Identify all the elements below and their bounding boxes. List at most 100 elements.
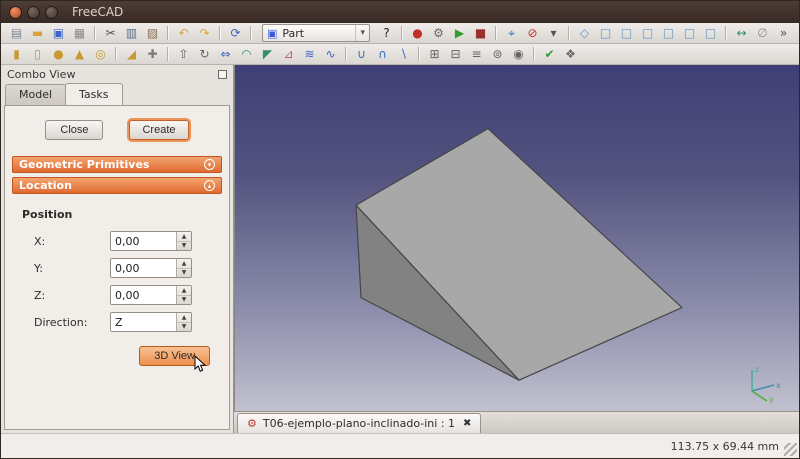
- undo-button[interactable]: ↶: [174, 24, 193, 42]
- part-revolve-button[interactable]: ↻: [195, 45, 214, 63]
- view-right-button[interactable]: □: [638, 24, 657, 42]
- part-fillet-button[interactable]: ◠: [237, 45, 256, 63]
- wedge-object[interactable]: [235, 65, 799, 411]
- part-sphere-button[interactable]: ●: [49, 45, 68, 63]
- wedge-top-face[interactable]: [356, 129, 682, 381]
- part-chamfer-button[interactable]: ◤: [258, 45, 277, 63]
- macro-record-button[interactable]: ●: [408, 24, 427, 42]
- part-cross-sections-button[interactable]: ≡: [467, 45, 486, 63]
- view-bottom-button[interactable]: □: [680, 24, 699, 42]
- draw-style-dropdown-arrow[interactable]: ▾: [544, 24, 563, 42]
- new-file-button[interactable]: ▤: [7, 24, 26, 42]
- document-area: z x y ⚙ T06-ejemplo-plano-inclinado-ini …: [234, 65, 799, 433]
- 3d-viewport[interactable]: z x y: [234, 65, 799, 411]
- macro-execute-button[interactable]: ▶: [450, 24, 469, 42]
- refresh-button[interactable]: ⟳: [226, 24, 245, 42]
- part-defeaturing-button[interactable]: ❖: [561, 45, 580, 63]
- freecad-window: FreeCAD ▤▬▣▦✂▥▨↶↷⟳ ▣ Part ▾ ?●⚙▶■⌖⊘▾◇□□□…: [0, 0, 800, 459]
- part-offset-button[interactable]: ⊚: [488, 45, 507, 63]
- part-box-button[interactable]: ▮: [7, 45, 26, 63]
- direction-combo-input[interactable]: [111, 313, 176, 331]
- y-spinbox-up-arrow[interactable]: ▲: [177, 259, 191, 268]
- part-common-button[interactable]: ∩: [373, 45, 392, 63]
- tab-close-icon[interactable]: ✖: [463, 418, 471, 429]
- zoom-fit-all-button[interactable]: ⌖: [502, 24, 521, 42]
- macro-stop-button[interactable]: ■: [471, 24, 490, 42]
- view-rear-button[interactable]: □: [659, 24, 678, 42]
- part-loft-button[interactable]: ≋: [300, 45, 319, 63]
- workbench-selector[interactable]: ▣ Part ▾: [262, 24, 370, 42]
- tab-model[interactable]: Model: [5, 84, 66, 106]
- panel-float-button[interactable]: [218, 70, 227, 79]
- chevron-up-icon[interactable]: ▴: [204, 180, 215, 191]
- toolbar-overflow-button[interactable]: »: [774, 24, 793, 42]
- part-check-geometry-button[interactable]: ✔: [540, 45, 559, 63]
- part-union-button[interactable]: ∪: [352, 45, 371, 63]
- create-button[interactable]: Create: [129, 120, 188, 140]
- y-spinbox-down-arrow[interactable]: ▼: [177, 268, 191, 278]
- part-cylinder-button[interactable]: ▯: [28, 45, 47, 63]
- tab-tasks[interactable]: Tasks: [65, 83, 122, 105]
- axis-z-label: z: [755, 365, 759, 374]
- part-cone-button[interactable]: ▲: [70, 45, 89, 63]
- z-spinbox-down-arrow[interactable]: ▼: [177, 295, 191, 305]
- z-spinbox-up-arrow[interactable]: ▲: [177, 286, 191, 295]
- cut-button[interactable]: ✂: [101, 24, 120, 42]
- y-spinbox-input[interactable]: [111, 259, 176, 277]
- close-button[interactable]: Close: [45, 120, 103, 140]
- part-thickness-button[interactable]: ◉: [509, 45, 528, 63]
- document-tab[interactable]: ⚙ T06-ejemplo-plano-inclinado-ini : 1 ✖: [237, 413, 481, 433]
- window-maximize-button[interactable]: [45, 6, 58, 19]
- toolbar-separator: [94, 26, 96, 40]
- section-geometric-primitives[interactable]: Geometric Primitives ▾: [12, 156, 222, 173]
- view-top-button[interactable]: □: [617, 24, 636, 42]
- view-front-button[interactable]: □: [596, 24, 615, 42]
- measure-distance-button[interactable]: ↔: [732, 24, 751, 42]
- z-spinbox-input[interactable]: [111, 286, 176, 304]
- paste-button[interactable]: ▨: [143, 24, 162, 42]
- direction-combo-down-arrow[interactable]: ▼: [177, 322, 191, 332]
- z-spinbox-label: Z:: [34, 289, 110, 302]
- z-spinbox[interactable]: ▲▼: [110, 285, 192, 305]
- measure-clear-button[interactable]: ∅: [753, 24, 772, 42]
- part-compound-button[interactable]: ⊞: [425, 45, 444, 63]
- macro-dialog-button[interactable]: ⚙: [429, 24, 448, 42]
- chevron-down-icon[interactable]: ▾: [204, 159, 215, 170]
- titlebar[interactable]: FreeCAD: [1, 1, 799, 23]
- open-file-button[interactable]: ▬: [28, 24, 47, 42]
- save-button[interactable]: ▣: [49, 24, 68, 42]
- part-mirror-button[interactable]: ⇔: [216, 45, 235, 63]
- toolbar-separator: [167, 26, 169, 40]
- redo-button[interactable]: ↷: [195, 24, 214, 42]
- view-axonometric-button[interactable]: ◇: [575, 24, 594, 42]
- section-location[interactable]: Location ▴: [12, 177, 222, 194]
- part-torus-button[interactable]: ◎: [91, 45, 110, 63]
- part-extrude-button[interactable]: ⇧: [174, 45, 193, 63]
- whatsthis-button[interactable]: ?: [377, 24, 396, 42]
- print-button[interactable]: ▦: [70, 24, 89, 42]
- window-minimize-button[interactable]: [27, 6, 40, 19]
- workbench-dropdown-arrow[interactable]: ▾: [355, 25, 365, 41]
- direction-combo-up-arrow[interactable]: ▲: [177, 313, 191, 322]
- direction-combo[interactable]: ▲▼: [110, 312, 192, 332]
- part-sweep-button[interactable]: ∿: [321, 45, 340, 63]
- z-spinbox-row: Z:▲▼: [34, 285, 224, 305]
- part-ruled-surface-button[interactable]: ⊿: [279, 45, 298, 63]
- view-left-button[interactable]: □: [701, 24, 720, 42]
- resize-grip[interactable]: [784, 443, 797, 456]
- x-spinbox-input[interactable]: [111, 232, 176, 250]
- x-spinbox-down-arrow[interactable]: ▼: [177, 241, 191, 251]
- part-cut-button[interactable]: ∖: [394, 45, 413, 63]
- workbench-value: Part: [282, 27, 304, 40]
- part-shapebuilder-button[interactable]: ✚: [143, 45, 162, 63]
- copy-button[interactable]: ▥: [122, 24, 141, 42]
- x-spinbox[interactable]: ▲▼: [110, 231, 192, 251]
- draw-style-button[interactable]: ⊘: [523, 24, 542, 42]
- window-close-button[interactable]: [9, 6, 22, 19]
- part-primitives-button[interactable]: ◢: [122, 45, 141, 63]
- part-section-button[interactable]: ⊟: [446, 45, 465, 63]
- y-spinbox[interactable]: ▲▼: [110, 258, 192, 278]
- x-spinbox-up-arrow[interactable]: ▲: [177, 232, 191, 241]
- 3d-view-button[interactable]: 3D View: [139, 346, 210, 366]
- tasks-panel: Close Create Geometric Primitives ▾ Loca…: [4, 105, 230, 430]
